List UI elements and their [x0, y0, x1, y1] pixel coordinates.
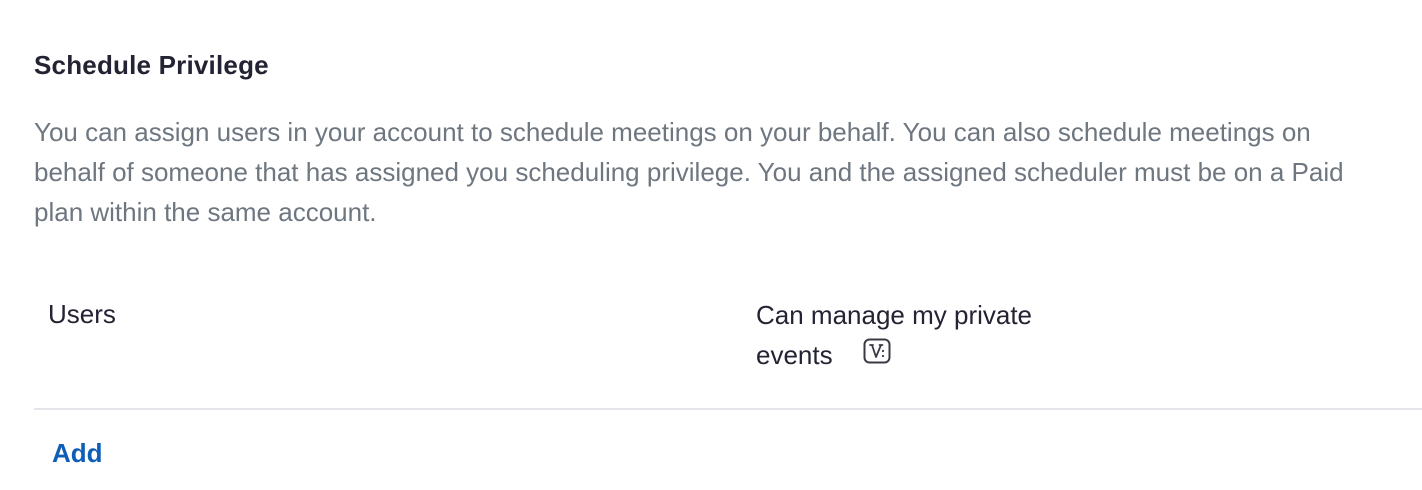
- column-header-private-events: Can manage my private events: [756, 295, 1096, 375]
- vip-badge-icon[interactable]: [863, 335, 891, 375]
- section-title: Schedule Privilege: [34, 50, 269, 80]
- schedule-privilege-section: Schedule Privilege You can assign users …: [0, 0, 1422, 490]
- section-description: You can assign users in your account to …: [34, 117, 1344, 227]
- privilege-table-header: Users Can manage my private events: [34, 295, 1422, 410]
- column-header-private-events-label: Can manage my private events: [756, 300, 1033, 370]
- add-scheduler-link[interactable]: Add: [52, 438, 103, 469]
- column-header-users: Users: [48, 299, 116, 329]
